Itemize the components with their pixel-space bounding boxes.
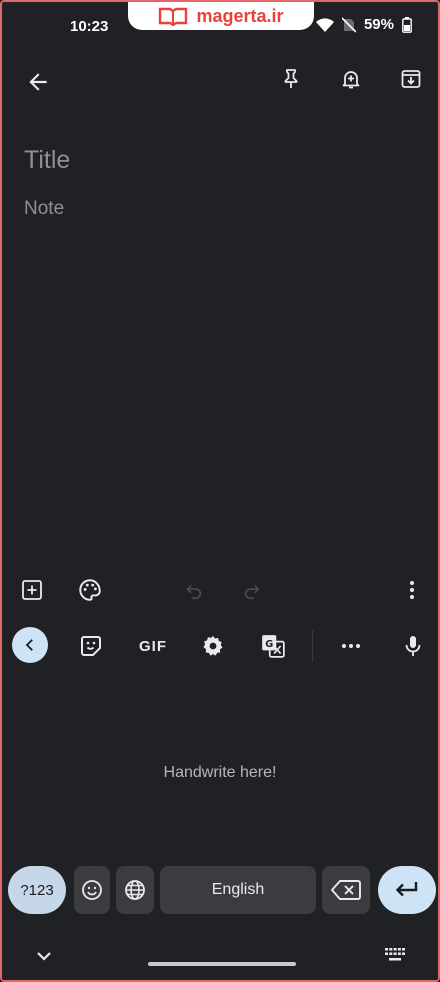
watermark-text: magerta.ir [196, 5, 284, 26]
note-body-field[interactable]: Note [24, 198, 64, 220]
note-title-field[interactable]: Title [24, 146, 70, 175]
no-signal-icon [341, 16, 356, 33]
symbols-key[interactable]: ?123 [8, 866, 66, 914]
gif-button[interactable]: GIF [136, 631, 170, 661]
redo-icon [238, 576, 266, 604]
backspace-icon [331, 879, 361, 901]
chevron-down-icon[interactable] [32, 946, 56, 966]
keyboard-switch-icon[interactable] [384, 946, 406, 964]
language-key[interactable] [116, 866, 154, 914]
palette-icon[interactable] [76, 576, 104, 604]
emoji-key[interactable] [74, 866, 110, 914]
keyboard-toolbar: GIF G [2, 624, 438, 668]
pin-icon[interactable] [278, 66, 304, 92]
keyboard-bottom-row: ?123 English [2, 864, 438, 916]
undo-icon [180, 576, 208, 604]
globe-icon [123, 878, 147, 902]
home-gesture-handle[interactable] [148, 962, 296, 966]
note-bottom-toolbar [2, 572, 438, 608]
archive-icon[interactable] [398, 66, 424, 92]
back-button[interactable] [24, 68, 52, 96]
space-key[interactable]: English [160, 866, 316, 914]
toolbar-divider [312, 630, 313, 662]
handwriting-area-hint: Handwrite here! [163, 764, 277, 781]
battery-icon [402, 16, 412, 33]
more-vert-icon[interactable] [398, 576, 426, 604]
status-indicators: 59% [315, 16, 412, 33]
watermark-banner: magerta.ir [128, 2, 314, 30]
battery-percent: 59% [363, 16, 394, 33]
microphone-icon[interactable] [398, 631, 428, 661]
reminder-bell-icon[interactable] [338, 66, 364, 92]
gear-icon[interactable] [198, 631, 228, 661]
status-bar: 10:23 magerta.ir 59% [2, 2, 438, 54]
backspace-key[interactable] [322, 866, 370, 914]
enter-icon [394, 879, 420, 901]
enter-key[interactable] [378, 866, 436, 914]
status-time: 10:23 [70, 18, 109, 35]
svg-text:G: G [265, 639, 273, 650]
translate-icon[interactable]: G [258, 631, 288, 661]
chevron-left-icon[interactable] [12, 627, 48, 663]
add-box-icon[interactable] [18, 576, 46, 604]
phone-screen: 10:23 magerta.ir 59% Title Note GIF G Ha… [0, 0, 440, 982]
emoji-icon [80, 878, 104, 902]
wifi-icon [315, 17, 334, 32]
navigation-bar [2, 936, 438, 978]
more-horiz-icon[interactable] [336, 631, 366, 661]
book-logo-icon [158, 6, 188, 26]
keyboard: GIF G Handwrite here! ?123 English [2, 614, 438, 980]
top-toolbar [2, 60, 438, 100]
sticker-icon[interactable] [76, 631, 106, 661]
